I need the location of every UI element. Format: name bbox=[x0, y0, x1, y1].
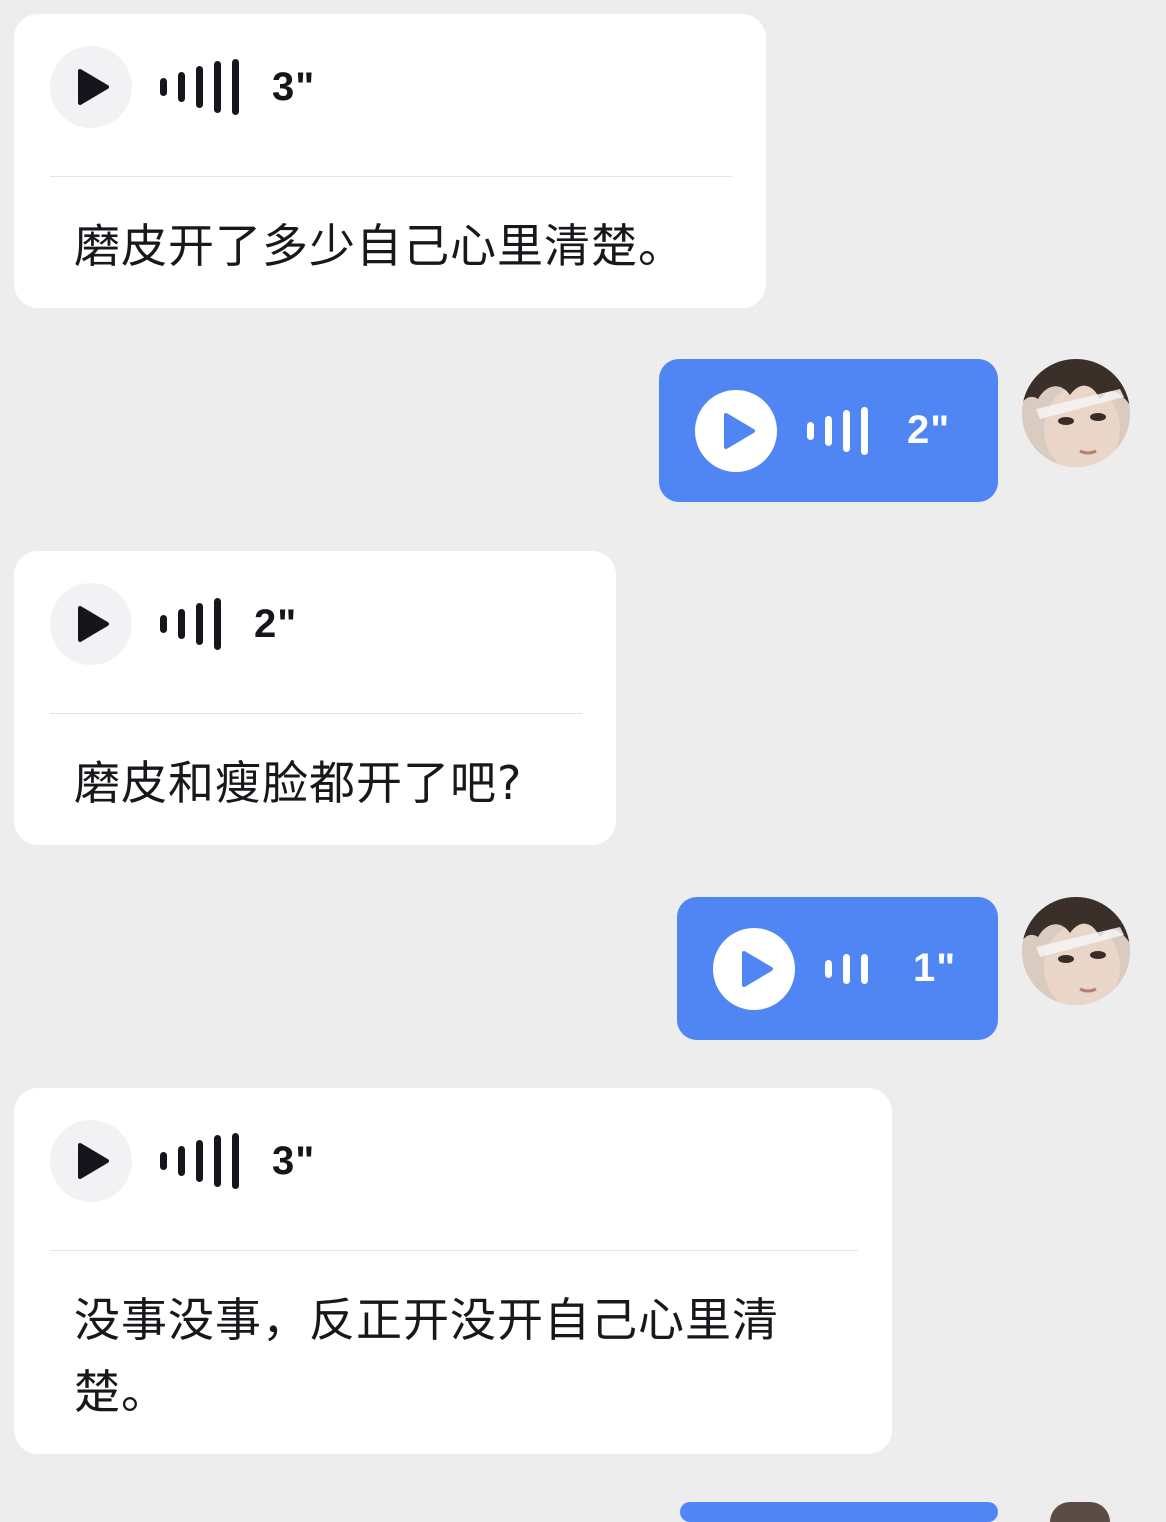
outgoing-voice-message-partial[interactable] bbox=[680, 1502, 998, 1522]
play-icon bbox=[742, 950, 773, 987]
play-button[interactable] bbox=[713, 927, 795, 1010]
play-button[interactable] bbox=[50, 1120, 132, 1202]
divider bbox=[50, 713, 582, 714]
voice-transcript: 没事没事，反正开没开自己心里清楚。 bbox=[74, 1293, 779, 1419]
voice-player[interactable]: 2" bbox=[50, 583, 297, 665]
divider bbox=[50, 176, 732, 177]
voice-waveform-icon bbox=[160, 1133, 250, 1189]
voice-player[interactable]: 3" bbox=[50, 46, 315, 128]
avatar-image bbox=[1022, 897, 1130, 1005]
voice-duration: 2" bbox=[254, 601, 298, 646]
voice-transcript: 磨皮开了多少自己心里清楚。 bbox=[74, 219, 685, 273]
chat-message-list: 3" 磨皮开了多少自己心里清楚。 2" 2" 磨皮和瘦脸都开了吧? 1" 3" … bbox=[0, 0, 1166, 1522]
user-avatar-partial[interactable] bbox=[1050, 1502, 1110, 1522]
divider bbox=[50, 1250, 858, 1251]
play-icon bbox=[78, 606, 109, 642]
voice-duration: 2" bbox=[907, 408, 951, 452]
user-avatar[interactable] bbox=[1022, 897, 1130, 1005]
incoming-voice-message: 2" 磨皮和瘦脸都开了吧? bbox=[14, 551, 616, 845]
outgoing-voice-message[interactable]: 2" bbox=[659, 359, 998, 502]
voice-waveform-icon bbox=[160, 59, 250, 115]
voice-duration: 1" bbox=[913, 946, 957, 990]
play-button[interactable] bbox=[50, 46, 132, 128]
avatar-image bbox=[1022, 359, 1130, 467]
play-button[interactable] bbox=[695, 389, 777, 472]
play-icon bbox=[724, 412, 755, 449]
voice-waveform-icon bbox=[160, 598, 232, 650]
play-icon bbox=[78, 69, 109, 105]
voice-transcript: 磨皮和瘦脸都开了吧? bbox=[74, 756, 523, 810]
voice-duration: 3" bbox=[272, 1138, 316, 1183]
incoming-voice-message: 3" 磨皮开了多少自己心里清楚。 bbox=[14, 14, 766, 308]
voice-waveform-icon bbox=[825, 953, 879, 984]
play-icon bbox=[78, 1143, 109, 1179]
voice-waveform-icon bbox=[807, 406, 879, 455]
play-button[interactable] bbox=[50, 583, 132, 665]
incoming-voice-message: 3" 没事没事，反正开没开自己心里清楚。 bbox=[14, 1088, 892, 1454]
user-avatar[interactable] bbox=[1022, 359, 1130, 467]
voice-duration: 3" bbox=[272, 64, 316, 109]
voice-player[interactable]: 3" bbox=[50, 1120, 315, 1202]
outgoing-voice-message[interactable]: 1" bbox=[677, 897, 998, 1040]
